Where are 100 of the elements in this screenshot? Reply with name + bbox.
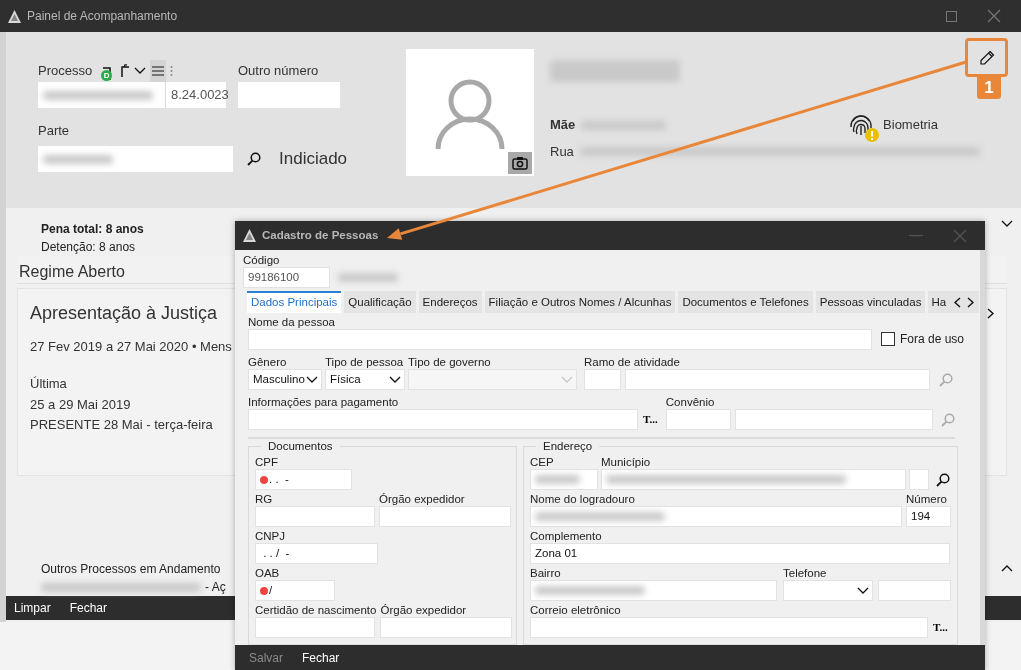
field-label: Nome da pessoa — [248, 316, 336, 329]
field-label: Número — [906, 493, 948, 506]
process-link[interactable]: - Aç — [205, 578, 226, 596]
oab-field[interactable]: / — [255, 580, 335, 601]
tab[interactable]: Documentos e Telefones — [678, 291, 813, 313]
name-field[interactable] — [248, 329, 872, 350]
process-number-field[interactable]: 8.24.0023 — [165, 82, 226, 108]
code-field[interactable]: 99186100 — [243, 267, 330, 288]
field-label: Bairro — [530, 567, 562, 580]
city-code-field[interactable] — [909, 469, 929, 490]
field-label: Parte — [38, 121, 70, 140]
more-icon[interactable] — [170, 65, 174, 77]
field-label: Convênio — [665, 396, 716, 409]
field-label: OAB — [255, 567, 281, 580]
birth-certificate-field[interactable] — [255, 617, 375, 638]
field-label: Processo — [38, 62, 93, 81]
group-title: Documentos — [261, 439, 340, 453]
tab[interactable]: Endereços — [418, 291, 482, 313]
maximize-icon[interactable] — [946, 10, 957, 22]
tab[interactable]: Filiação e Outros Nomes / Alcunhas — [484, 291, 676, 313]
field-label: Órgão expedidor — [380, 604, 468, 617]
field-label: Órgão expedidor — [379, 493, 466, 506]
field-label: CEP — [530, 456, 555, 469]
field-label: Tipo de pessoa — [325, 356, 405, 369]
field-label: Rua — [550, 143, 574, 161]
text-button[interactable]: T... — [640, 409, 661, 430]
field-label: Gênero — [248, 356, 288, 369]
field-label: Informações para pagamento — [248, 396, 400, 409]
group-title: Endereço — [536, 439, 600, 453]
field-label: Nome do logradouro — [530, 493, 636, 506]
gender-select[interactable]: Masculino — [248, 369, 322, 390]
chevron-right-icon[interactable] — [987, 308, 994, 319]
minimize-icon[interactable] — [909, 234, 923, 237]
pencil-icon — [978, 49, 995, 66]
blurred-text — [43, 154, 113, 164]
card-status: PRESENTE 28 Mai - terça-feira — [30, 415, 214, 434]
card-period: 27 Fev 2019 a 27 Mai 2020 • Mens — [30, 338, 232, 356]
document-icon — [120, 64, 131, 78]
card-period: 25 a 29 Mai 2019 — [30, 396, 132, 414]
caret-icon — [306, 375, 318, 384]
party-field[interactable] — [38, 146, 233, 172]
phone-field[interactable] — [878, 580, 951, 601]
caret-icon — [389, 375, 401, 384]
field-label: Município — [601, 456, 652, 469]
process-number-field[interactable] — [38, 82, 165, 108]
field-label: CPF — [255, 456, 279, 469]
agreement-code-field[interactable] — [665, 409, 731, 430]
close-icon[interactable] — [987, 9, 1001, 23]
email-field[interactable] — [530, 617, 928, 638]
activity-code-field[interactable] — [584, 369, 621, 390]
person-type-select[interactable]: Física — [325, 369, 405, 390]
card-label: Última — [30, 374, 68, 393]
chevron-right-icon[interactable] — [967, 296, 975, 308]
tab[interactable]: Ha — [928, 291, 950, 313]
chevron-left-icon[interactable] — [954, 296, 962, 308]
chevron-up-icon[interactable] — [1001, 564, 1013, 572]
logo-icon — [8, 9, 21, 23]
payment-field[interactable] — [248, 409, 638, 430]
field-label: RG — [255, 493, 274, 506]
issuer-field[interactable] — [379, 506, 511, 527]
complement-field[interactable]: Zona 01 — [530, 543, 950, 564]
footer-button[interactable]: Fechar — [302, 648, 340, 667]
status-badge: D — [101, 70, 113, 81]
footer-button[interactable]: Fechar — [69, 599, 108, 617]
search-icon[interactable] — [247, 152, 261, 166]
search-icon[interactable] — [936, 473, 950, 487]
street-field[interactable] — [530, 506, 902, 527]
tab[interactable]: Dados Principais — [247, 291, 342, 313]
fingerprint-icon — [849, 112, 874, 138]
logo-icon — [243, 229, 256, 242]
close-icon[interactable] — [953, 228, 967, 243]
chevron-down-icon[interactable] — [1001, 220, 1013, 228]
phone-type-select[interactable] — [783, 580, 873, 601]
field-label: Ramo de atividade — [584, 356, 681, 369]
blurred-text — [535, 475, 580, 484]
text-button[interactable]: T... — [930, 617, 951, 638]
footer-button[interactable]: Limpar — [14, 599, 51, 617]
field-label: Código — [243, 254, 281, 267]
callout-number: 1 — [977, 77, 1001, 99]
city-field[interactable] — [601, 469, 906, 490]
section-title: Outros Processos em Andamento — [41, 561, 222, 578]
issuer-field[interactable] — [380, 617, 513, 638]
number-field[interactable]: 194 — [906, 506, 951, 527]
field-label: Correio eletrônico — [530, 604, 622, 617]
camera-button[interactable] — [508, 152, 532, 174]
sentence-total: Pena total: 8 anos — [41, 221, 144, 238]
cep-field[interactable] — [530, 469, 598, 490]
menu-icon[interactable] — [150, 60, 167, 82]
rg-field[interactable] — [255, 506, 375, 527]
agreement-field[interactable] — [734, 409, 933, 430]
activity-field[interactable] — [625, 369, 930, 390]
cnpj-field[interactable]: . . / - — [255, 543, 378, 564]
sentence-detail: Detenção: 8 anos — [41, 239, 137, 256]
dialog-title: Cadastro de Pessoas — [262, 227, 379, 243]
cpf-field[interactable]: . . - — [255, 469, 352, 490]
tab[interactable]: Qualificação — [344, 291, 416, 313]
district-field[interactable] — [530, 580, 777, 601]
tab[interactable]: Pessoas vinculadas — [815, 291, 926, 313]
checkbox[interactable]: Fora de uso — [881, 330, 965, 350]
other-number-field[interactable] — [238, 82, 340, 108]
